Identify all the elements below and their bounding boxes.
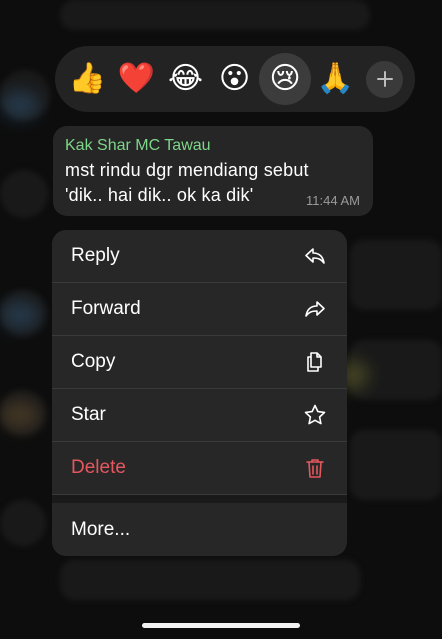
message-text-line: mst rindu dgr mendiang sebut (65, 160, 309, 180)
reaction-crying[interactable]: 😢 (259, 53, 311, 105)
copy-icon (303, 350, 327, 374)
menu-item-label: Delete (71, 457, 126, 478)
reaction-surprised[interactable]: 😮 (210, 53, 259, 105)
menu-item-delete[interactable]: Delete (52, 442, 347, 495)
forward-icon (303, 297, 327, 321)
menu-item-label: Copy (71, 351, 116, 372)
menu-item-label: Forward (71, 298, 141, 319)
reaction-tears-of-joy[interactable]: 😂 (161, 53, 210, 105)
reaction-red-heart[interactable]: ❤️ (112, 53, 161, 105)
reaction-thumbs-up[interactable]: 👍 (63, 53, 112, 105)
reaction-bar: 👍 ❤️ 😂 😮 😢 🙏 (55, 46, 415, 112)
message-timestamp: 11:44 AM (306, 193, 360, 208)
message-sender: Kak Shar MC Tawau (65, 137, 211, 154)
trash-icon (303, 456, 327, 480)
menu-item-label: Reply (71, 245, 120, 266)
menu-item-forward[interactable]: Forward (52, 283, 347, 336)
star-icon (303, 403, 327, 427)
menu-item-label: More... (71, 518, 131, 540)
context-menu: Reply Forward Copy Star Delete More... (52, 230, 347, 556)
home-indicator[interactable] (142, 623, 300, 628)
menu-item-label: Star (71, 404, 106, 425)
message-bubble: Kak Shar MC Tawau mst rindu dgr mendiang… (53, 126, 373, 216)
reaction-praying-hands[interactable]: 🙏 (311, 53, 360, 105)
menu-item-more[interactable]: More... (52, 503, 347, 556)
menu-item-copy[interactable]: Copy (52, 336, 347, 389)
menu-group-divider (52, 495, 347, 503)
more-reactions-button[interactable] (366, 60, 403, 98)
reply-icon (303, 244, 327, 268)
menu-item-star[interactable]: Star (52, 389, 347, 442)
menu-item-reply[interactable]: Reply (52, 230, 347, 283)
plus-icon (376, 71, 393, 87)
